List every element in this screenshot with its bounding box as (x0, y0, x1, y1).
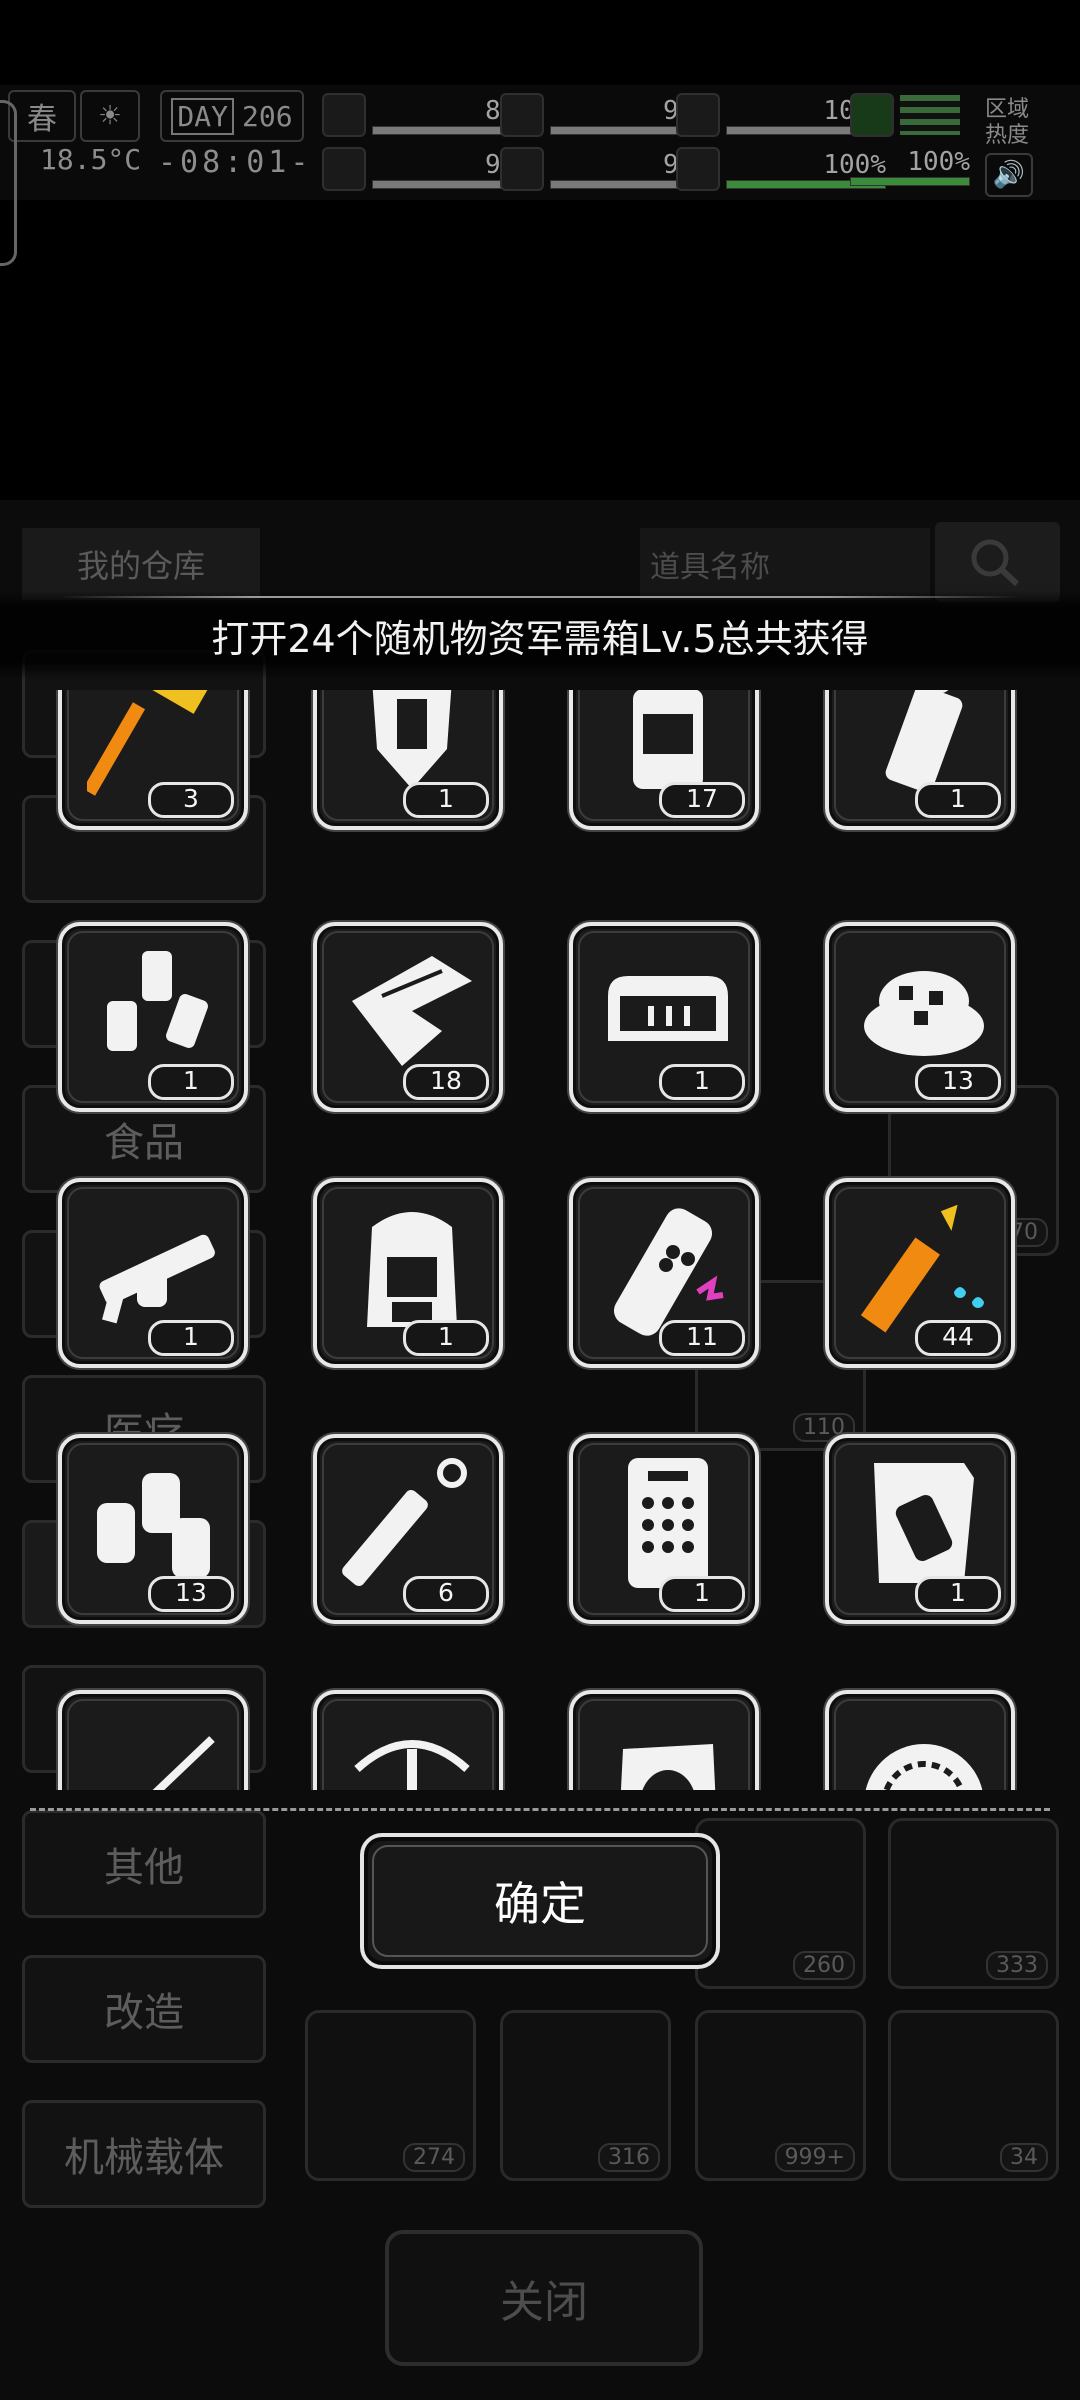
item-count: 17 (659, 782, 745, 818)
reward-item[interactable]: 6 (313, 1434, 503, 1624)
item-count: 1 (403, 782, 489, 818)
item-count: 1 (915, 1576, 1001, 1612)
meat-slice-icon (352, 956, 472, 1066)
item-count: 1 (659, 1576, 745, 1612)
left-edge-handle[interactable] (0, 100, 17, 266)
water-drop-icon (500, 147, 544, 191)
category-tab-mech[interactable]: 机械载体 (22, 2100, 266, 2208)
item-count: 1 (403, 1320, 489, 1356)
confirm-label: 确定 (494, 1877, 586, 1931)
warehouse-slot[interactable]: 260 (695, 1818, 866, 1989)
slot-count: 274 (403, 2143, 465, 2172)
item-count: 1 (915, 782, 1001, 818)
weather-sun-icon: ☀ (80, 90, 140, 142)
item-count: 1 (148, 1064, 234, 1100)
item-count: 11 (659, 1320, 745, 1356)
brain-icon (322, 147, 366, 191)
reward-item[interactable]: 1 (825, 1434, 1015, 1624)
item-count: 1 (659, 1064, 745, 1100)
medkit-icon (322, 93, 366, 137)
reward-item[interactable]: 1 (58, 922, 248, 1112)
bumper-plate-icon (608, 976, 728, 1041)
confirm-button[interactable]: 确定 (360, 1833, 720, 1969)
heart-icon (676, 147, 720, 191)
fuel-canisters-icon (97, 1473, 210, 1578)
tire-pack-icon (620, 1744, 716, 1790)
reward-item[interactable]: 3 (58, 690, 248, 830)
grenade-launcher-icon (99, 1234, 215, 1324)
reward-item[interactable]: 1 (569, 922, 759, 1112)
slot-count: 333 (986, 1951, 1048, 1980)
reward-item[interactable]: 13 (58, 1434, 248, 1624)
rifle-icon (152, 1736, 215, 1790)
reward-item[interactable]: 1 (313, 690, 503, 830)
crossbow-icon (354, 1740, 470, 1790)
stat-value: 100% (907, 147, 970, 177)
slot-count: 260 (793, 1951, 855, 1980)
shell-tube-icon (613, 1208, 724, 1336)
reward-item[interactable] (58, 1690, 248, 1790)
reward-item[interactable]: 13 (825, 922, 1015, 1112)
food-bowl-icon (864, 971, 984, 1056)
category-tab-other[interactable]: 其他 (22, 1810, 266, 1918)
reward-item[interactable]: 17 (569, 690, 759, 830)
header-divider (60, 596, 1020, 598)
warehouse-slot[interactable]: 274 (305, 2010, 476, 2181)
item-count: 18 (403, 1064, 489, 1100)
warehouse-slot[interactable]: 999+ (695, 2010, 866, 2181)
bullet-drops-icon (860, 1204, 984, 1333)
item-count: 3 (148, 782, 234, 818)
keypad-panel-icon (628, 1458, 708, 1588)
reward-item[interactable]: 18 (313, 922, 503, 1112)
reward-item[interactable] (825, 1690, 1015, 1790)
zone-heat-label: 区域热度 (985, 97, 1030, 148)
keychain-tool-icon (342, 1458, 467, 1587)
reward-grid[interactable]: 3 1 17 1 1 18 1 13 1 1 11 44 13 6 1 1 (0, 690, 1080, 1790)
hydration-icon (676, 93, 720, 137)
slot-count: 999+ (774, 2143, 855, 2172)
tire-icon (865, 1744, 983, 1790)
stat-infection-value: 100% (850, 147, 970, 186)
item-count: 13 (915, 1064, 1001, 1100)
reward-item[interactable]: 1 (569, 1434, 759, 1624)
status-bar: 春 ☀ 18.5°C DAY 206 -08:01- 84% 96% 100% … (0, 85, 1080, 200)
close-button[interactable]: 关闭 (385, 2230, 703, 2366)
reward-item[interactable]: 1 (313, 1178, 503, 1368)
reward-item[interactable] (569, 1690, 759, 1790)
blueprint-scroll-icon (874, 1463, 974, 1583)
reward-item[interactable] (313, 1690, 503, 1790)
category-tab-modify[interactable]: 改造 (22, 1955, 266, 2063)
reward-item[interactable]: 1 (58, 1178, 248, 1368)
slot-count: 316 (598, 2143, 660, 2172)
reward-item[interactable]: 11 (569, 1178, 759, 1368)
slot-count: 34 (1000, 2143, 1048, 2172)
stomach-icon (500, 93, 544, 137)
season-box: 春 (8, 90, 76, 142)
warehouse-slot[interactable]: 316 (500, 2010, 671, 2181)
day-number: 206 (242, 99, 293, 133)
sound-icon[interactable]: 🔊 (985, 153, 1033, 197)
modal-title: 打开24个随机物资军需箱Lv.5总共获得 (211, 617, 869, 661)
game-clock: -08:01- (158, 145, 313, 180)
item-count: 13 (148, 1576, 234, 1612)
reward-item[interactable]: 1 (825, 690, 1015, 830)
warehouse-slot[interactable]: 34 (888, 2010, 1059, 2181)
reward-item[interactable]: 44 (825, 1178, 1015, 1368)
day-label: DAY (171, 97, 234, 135)
stat-bar (850, 177, 970, 186)
flask-icon (850, 93, 894, 137)
stat-infection (850, 93, 960, 137)
modal-divider (30, 1808, 1050, 1811)
item-count: 44 (915, 1320, 1001, 1356)
temperature: 18.5°C (40, 143, 142, 176)
item-count: 1 (148, 1320, 234, 1356)
backpack-icon (367, 1212, 457, 1327)
warehouse-slot[interactable]: 333 (888, 1818, 1059, 1989)
item-count: 6 (403, 1576, 489, 1612)
day-box: DAY 206 (160, 90, 304, 142)
season-label: 春 (27, 102, 57, 137)
small-bottles-icon (107, 951, 208, 1051)
